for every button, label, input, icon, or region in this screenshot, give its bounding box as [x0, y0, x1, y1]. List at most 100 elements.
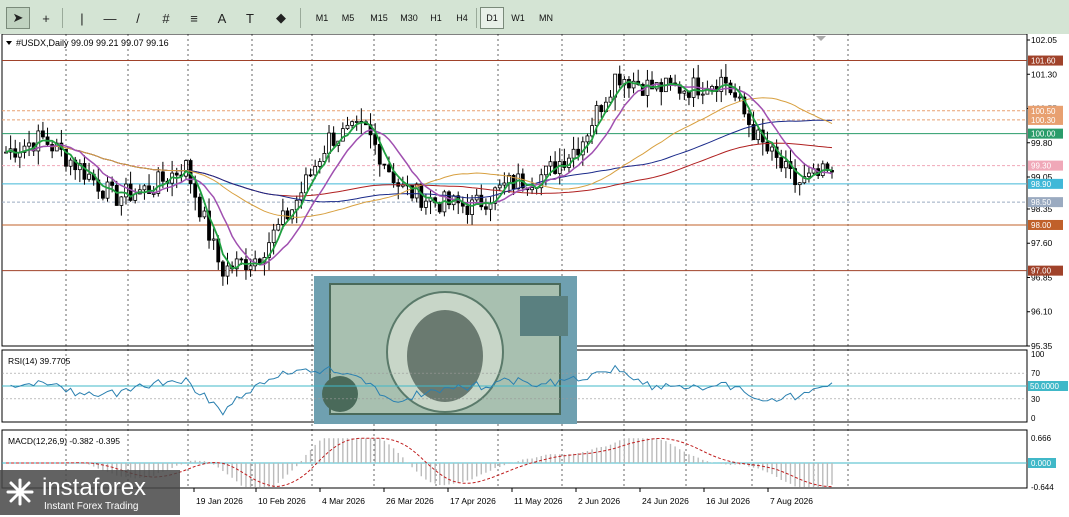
candle-body	[285, 210, 290, 220]
candle-body	[585, 135, 590, 143]
candle-body	[668, 77, 673, 84]
toolbar-separator	[300, 8, 301, 28]
candle-body	[160, 171, 165, 182]
candle-body	[700, 93, 705, 96]
main-chart-header: #USDX,Daily 99.09 99.21 99.07 99.16	[16, 38, 169, 48]
cursor-icon[interactable]: ➤	[6, 7, 30, 29]
candle-body	[543, 165, 548, 176]
candle-body	[576, 148, 581, 156]
rsi-axis-label: 30	[1031, 395, 1040, 404]
logo-tagline: Instant Forex Trading	[44, 501, 139, 512]
candle-body	[350, 121, 354, 126]
candle-body	[756, 129, 761, 141]
candle-body	[197, 196, 202, 218]
date-axis-label: 19 Jan 2026	[196, 496, 243, 506]
channel-icon[interactable]: #	[154, 7, 178, 29]
candle-body	[211, 238, 216, 241]
level-label: 98.00	[1031, 221, 1052, 230]
price-axis-label: 99.80	[1031, 138, 1053, 148]
candle-body	[239, 258, 244, 261]
candle-body	[276, 223, 281, 231]
candle-body	[27, 142, 31, 147]
level-label: 98.90	[1031, 180, 1052, 189]
shapes-icon[interactable]: ◆	[266, 7, 296, 29]
candle-body	[783, 161, 788, 169]
candle-body	[807, 172, 811, 177]
candle-body	[354, 121, 359, 123]
trendline-icon[interactable]: /	[126, 7, 150, 29]
rsi-axis-label: 100	[1031, 350, 1045, 359]
macd-axis-label: -0.644	[1031, 483, 1054, 492]
timeframe-d1[interactable]: D1	[480, 7, 504, 29]
toolbar: ➤ + | — / # ≡ A T ◆ M1 M5 M15 M30 H1 H4 D1 W1 MN	[0, 0, 1069, 35]
price-chart-svg[interactable]: 102.05101.30100.5599.8099.0598.3597.6096…	[0, 33, 1069, 515]
timeframe-mn[interactable]: MN	[534, 7, 558, 29]
instaforex-logo: instaforex Instant Forex Trading	[0, 470, 180, 515]
candle-body	[271, 229, 276, 244]
candle-body	[202, 210, 207, 218]
candle-body	[373, 134, 378, 145]
banknote-portrait	[407, 310, 483, 402]
candle-body	[424, 200, 428, 208]
rsi-axis-label: 50.0000	[1030, 382, 1059, 391]
candle-body	[682, 90, 687, 94]
timeframe-w1[interactable]: W1	[506, 7, 530, 29]
rsi-axis-label: 0	[1031, 414, 1036, 423]
price-axis-label: 96.10	[1031, 307, 1053, 317]
candle-body	[119, 196, 124, 206]
timeframe-m1[interactable]: M1	[310, 7, 334, 29]
crosshair-icon[interactable]: +	[34, 7, 58, 29]
candle-body	[382, 163, 387, 166]
fibonacci-icon[interactable]: ≡	[182, 7, 206, 29]
rsi-header: RSI(14) 39.7705	[8, 356, 71, 366]
date-axis-label: 17 Apr 2026	[450, 496, 496, 506]
banknote-corner-100	[520, 296, 568, 336]
level-label: 100.30	[1031, 116, 1056, 125]
candle-body	[617, 73, 622, 86]
date-axis-label: 4 Mar 2026	[322, 496, 365, 506]
date-axis-label: 26 Mar 2026	[386, 496, 434, 506]
horizontal-line-icon[interactable]: —	[98, 7, 122, 29]
date-axis-label: 24 Jun 2026	[642, 496, 689, 506]
trading-terminal-window: ➤ + | — / # ≡ A T ◆ M1 M5 M15 M30 H1 H4 D1 W1 MN 102.05 101…	[0, 0, 1069, 515]
text-icon[interactable]: A	[210, 7, 234, 29]
candle-body	[779, 157, 784, 169]
timeframe-m30[interactable]: M30	[394, 7, 424, 29]
candle-body	[696, 77, 701, 96]
candle-body	[497, 184, 502, 189]
candle-body	[128, 183, 133, 201]
vertical-line-icon[interactable]: |	[70, 7, 94, 29]
candle-body	[304, 174, 308, 194]
toolbar-separator	[476, 8, 477, 28]
candle-body	[387, 164, 391, 173]
candle-body	[313, 165, 318, 176]
toolbar-separator	[62, 8, 63, 28]
date-axis-label: 10 Feb 2026	[258, 496, 306, 506]
candle-body	[377, 143, 382, 165]
candle-body	[770, 146, 774, 152]
candle-body	[82, 163, 87, 180]
price-axis-label: 97.60	[1031, 238, 1053, 248]
candle-body	[599, 105, 604, 113]
candle-body	[317, 161, 322, 167]
candle-body	[733, 92, 737, 98]
text-label-icon[interactable]: T	[238, 7, 262, 29]
timeframe-m15[interactable]: M15	[364, 7, 394, 29]
macd-axis-label: 0.000	[1031, 459, 1052, 468]
candle-body	[747, 113, 751, 125]
candle-body	[101, 190, 105, 199]
candle-body	[502, 182, 507, 186]
level-label: 100.50	[1031, 107, 1056, 116]
macd-header: MACD(12,26,9) -0.382 -0.395	[8, 436, 120, 446]
timeframe-h4[interactable]: H4	[450, 7, 474, 29]
chart-area[interactable]: 102.05101.30100.5599.8099.0598.3597.6096…	[0, 33, 1069, 515]
logo-wordmark: instaforex	[42, 474, 147, 501]
timeframe-m5[interactable]: M5	[336, 7, 360, 29]
date-axis-label: 2 Jun 2026	[578, 496, 620, 506]
macd-axis-label: 0.666	[1031, 434, 1052, 443]
candle-body	[193, 183, 198, 198]
candle-body	[571, 148, 576, 159]
timeframe-h1[interactable]: H1	[424, 7, 448, 29]
candle-body	[797, 182, 802, 186]
candle-body	[87, 173, 91, 180]
